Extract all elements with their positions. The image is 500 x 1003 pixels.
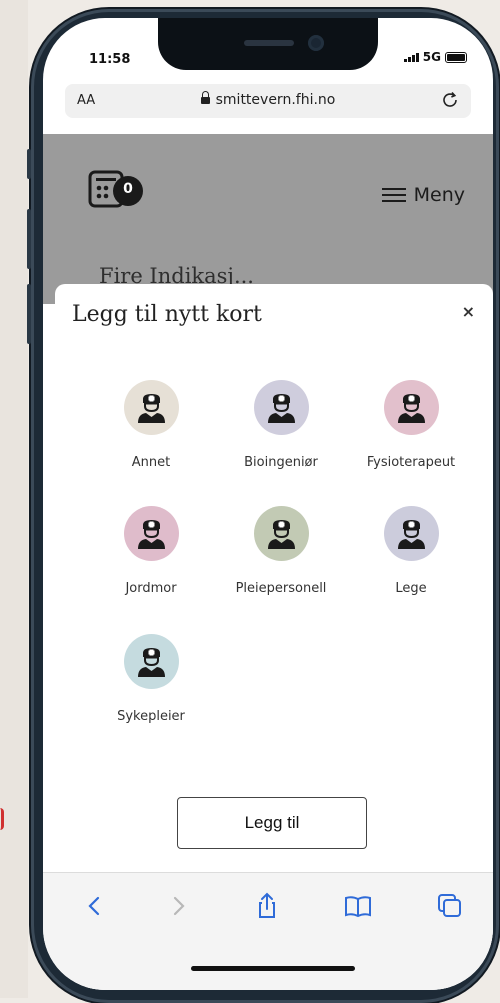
dialog-title: Legg til nytt kort — [72, 302, 262, 327]
profession-option[interactable]: Jordmor — [86, 506, 216, 596]
profession-option[interactable]: Lege — [346, 506, 476, 596]
health-worker-icon — [397, 394, 425, 423]
health-worker-icon — [267, 520, 295, 549]
health-worker-icon — [137, 648, 165, 677]
volume-up-button — [27, 209, 31, 269]
profession-option[interactable]: Fysioterapeut — [346, 380, 476, 470]
notch — [158, 18, 378, 70]
speaker — [244, 40, 294, 46]
menu-label: Meny — [413, 184, 465, 206]
camera — [308, 35, 324, 51]
battery-icon — [445, 51, 467, 63]
profession-label: Jordmor — [125, 581, 177, 596]
menu-button[interactable]: Meny — [381, 184, 465, 206]
volume-down-button — [27, 284, 31, 344]
profession-avatar — [383, 506, 439, 561]
home-indicator[interactable] — [191, 966, 355, 971]
add-button[interactable]: Legg til — [177, 797, 367, 849]
status-indicators: 5G — [403, 50, 467, 64]
url-text: smittevern.fhi.no — [215, 92, 336, 108]
background-panel — [0, 0, 28, 998]
hamburger-icon — [381, 188, 406, 202]
mute-switch — [27, 149, 31, 179]
network-type: 5G — [422, 50, 441, 64]
status-time: 11:58 — [89, 52, 131, 67]
address-bar[interactable]: AA smittevern.fhi.no — [65, 84, 471, 118]
cards-button[interactable]: 0 — [88, 170, 146, 212]
profession-label: Lege — [395, 581, 427, 596]
close-button[interactable]: × — [462, 302, 475, 321]
url-field[interactable]: smittevern.fhi.no — [65, 91, 471, 108]
health-worker-icon — [397, 520, 425, 549]
profession-avatar — [123, 380, 179, 435]
health-worker-icon — [137, 520, 165, 549]
profession-option[interactable]: Annet — [86, 380, 216, 470]
reload-icon[interactable] — [439, 89, 461, 111]
profession-avatar — [253, 380, 309, 435]
health-worker-icon — [137, 394, 165, 423]
back-icon[interactable] — [80, 891, 110, 921]
profession-avatar — [253, 506, 309, 561]
profession-label: Sykepleier — [117, 709, 185, 724]
share-icon[interactable] — [252, 891, 282, 921]
profession-avatar — [123, 634, 179, 689]
health-worker-icon — [267, 394, 295, 423]
profession-option[interactable]: Pleiepersonell — [216, 506, 346, 596]
profession-option[interactable]: Bioingeniør — [216, 380, 346, 470]
forward-icon[interactable] — [163, 891, 193, 921]
decorative-mark — [0, 808, 4, 830]
profession-option[interactable]: Sykepleier — [86, 634, 216, 724]
profession-label: Pleiepersonell — [235, 581, 327, 596]
lock-icon — [200, 91, 210, 104]
profession-label: Fysioterapeut — [366, 455, 456, 470]
card-count-badge: 0 — [123, 181, 133, 197]
bookmarks-icon[interactable] — [343, 891, 373, 921]
profession-avatar — [383, 380, 439, 435]
phone-screen: 11:58 5G AA smittevern.fhi.no 0 Meny Fir… — [43, 18, 493, 990]
profession-avatar — [123, 506, 179, 561]
profession-label: Bioingeniør — [244, 455, 318, 470]
profession-label: Annet — [131, 455, 171, 470]
browser-toolbar — [43, 872, 493, 990]
signal-icon — [403, 52, 419, 62]
cards-icon — [88, 170, 143, 208]
tabs-icon[interactable] — [435, 891, 465, 921]
